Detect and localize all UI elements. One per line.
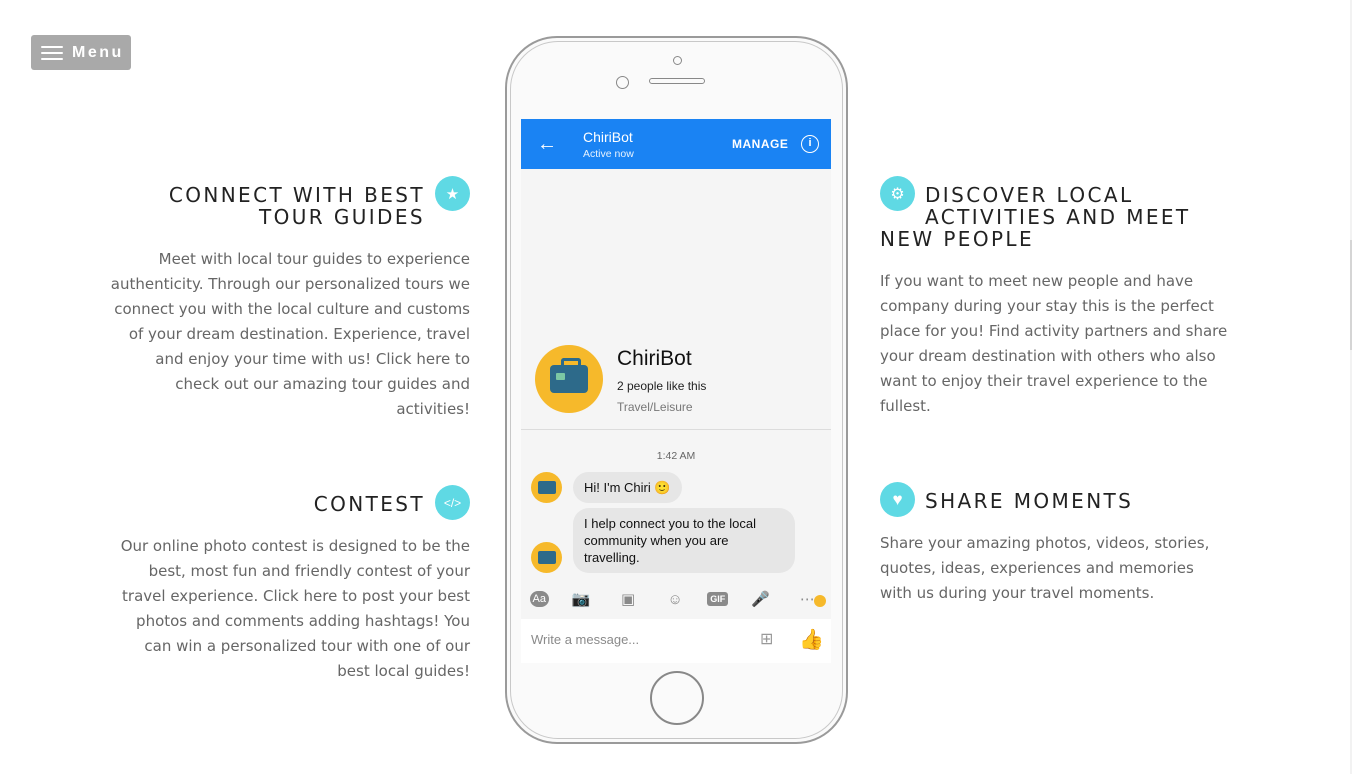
feature-connect-title: CONNECT WITH BEST TOUR GUIDES xyxy=(120,184,425,228)
chat-timestamp: 1:42 AM xyxy=(656,450,696,462)
message-input[interactable]: Write a message... xyxy=(531,632,639,647)
feature-connect-text: Meet with local tour guides to experienc… xyxy=(110,250,470,418)
bot-profile-likes: 2 people like this xyxy=(617,379,707,393)
feature-discover: DISCOVER LOCAL ACTIVITIES AND MEET NEW P… xyxy=(880,184,1210,250)
text-format-icon[interactable]: Aa xyxy=(529,591,549,607)
camera-icon[interactable]: 📷 xyxy=(566,590,596,608)
feature-contest-body: Our online photo contest is designed to … xyxy=(110,534,470,684)
info-icon[interactable]: i xyxy=(801,135,819,153)
menu-button[interactable]: Menu xyxy=(31,35,131,70)
emoji-icon[interactable]: ☺ xyxy=(660,591,690,608)
suitcase-icon xyxy=(550,358,588,393)
feature-contest: CONTEST xyxy=(120,493,425,515)
back-arrow-icon[interactable]: ← xyxy=(537,133,557,156)
suitcase-icon xyxy=(537,481,556,494)
code-icon: </> xyxy=(435,485,470,520)
bot-chat-avatar xyxy=(531,542,562,573)
hamburger-icon xyxy=(41,45,63,60)
feature-discover-body: If you want to meet new people and have … xyxy=(880,269,1240,419)
message-input-row: Write a message... ⊞ 👍 xyxy=(521,619,831,663)
bot-chat-avatar xyxy=(531,472,562,503)
more-icon[interactable]: ⋯ xyxy=(792,590,822,608)
manage-button[interactable]: MANAGE xyxy=(732,137,788,151)
chat-contact-status: Active now xyxy=(583,148,634,160)
messenger-screen: ← ChiriBot Active now MANAGE i ChiriBot … xyxy=(521,119,831,663)
thumbs-up-icon[interactable]: 👍 xyxy=(799,627,824,652)
feature-connect: CONNECT WITH BEST TOUR GUIDES xyxy=(120,184,425,228)
feature-discover-title-line3: NEW PEOPLE xyxy=(880,227,1035,251)
feature-connect-title-line2: TOUR GUIDES xyxy=(258,205,425,229)
chat-contact-name: ChiriBot xyxy=(583,129,633,145)
chat-message: I help connect you to the local communit… xyxy=(573,508,795,573)
gif-icon[interactable]: GIF xyxy=(707,592,729,606)
phone-sensor xyxy=(616,76,629,89)
feature-discover-title: DISCOVER LOCAL ACTIVITIES AND MEET NEW P… xyxy=(880,184,1210,250)
messenger-header: ← ChiriBot Active now MANAGE i xyxy=(521,119,831,169)
feature-share-body: Share your amazing photos, videos, stori… xyxy=(880,531,1225,606)
message-toolbar: Aa 📷 ▣ ☺ GIF 🎤 ⋯ xyxy=(521,584,831,614)
menu-label: Menu xyxy=(72,43,124,61)
feature-connect-title-line1: CONNECT WITH BEST xyxy=(168,183,425,207)
feature-share-text: Share your amazing photos, videos, stori… xyxy=(880,534,1210,602)
profile-divider xyxy=(521,429,831,430)
feature-discover-text: If you want to meet new people and have … xyxy=(880,272,1228,415)
heart-icon: ♥ xyxy=(880,482,915,517)
feature-discover-title-line1: DISCOVER LOCAL xyxy=(925,183,1134,207)
feature-connect-body: Meet with local tour guides to experienc… xyxy=(110,247,470,422)
chat-message: Hi! I'm Chiri 🙂 xyxy=(573,472,682,503)
feature-contest-text: Our online photo contest is designed to … xyxy=(120,537,470,680)
feature-share: SHARE MOMENTS xyxy=(925,490,1225,512)
suitcase-icon xyxy=(537,551,556,564)
bot-avatar xyxy=(535,345,603,413)
phone-speaker xyxy=(649,78,705,84)
bot-profile-name: ChiriBot xyxy=(617,347,692,370)
feature-discover-title-line2: ACTIVITIES AND MEET xyxy=(925,205,1191,229)
feature-share-title: SHARE MOMENTS xyxy=(925,489,1134,513)
phone-home-button xyxy=(650,671,704,725)
star-icon: ★ xyxy=(435,176,470,211)
image-icon[interactable]: ▣ xyxy=(613,590,643,608)
microphone-icon[interactable]: 🎤 xyxy=(745,590,775,608)
bot-profile-category: Travel/Leisure xyxy=(617,400,693,414)
phone-camera xyxy=(673,56,682,65)
phone-mockup: ← ChiriBot Active now MANAGE i ChiriBot … xyxy=(505,36,848,744)
feature-contest-title: CONTEST xyxy=(313,492,425,516)
apps-icon[interactable]: ⊞ xyxy=(760,629,773,649)
